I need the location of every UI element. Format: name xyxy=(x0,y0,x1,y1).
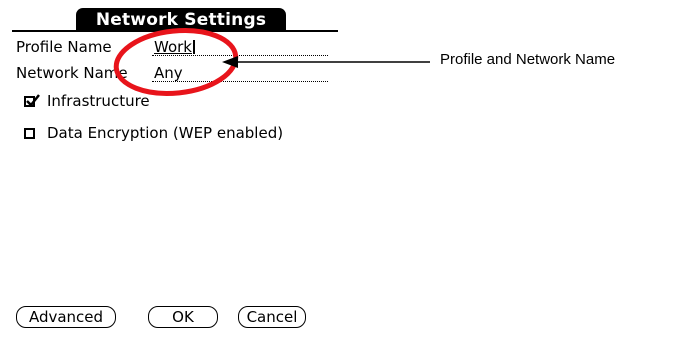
cancel-button[interactable]: Cancel xyxy=(238,306,306,328)
ok-button[interactable]: OK xyxy=(148,306,218,328)
data-encryption-checkbox[interactable] xyxy=(24,127,35,139)
advanced-button[interactable]: Advanced xyxy=(16,306,116,328)
callout-label: Profile and Network Name xyxy=(440,51,616,68)
infrastructure-checkbox[interactable] xyxy=(24,93,40,107)
data-encryption-label: Data Encryption (WEP enabled) xyxy=(47,124,284,142)
checkmark-icon xyxy=(26,93,40,107)
button-bar: Advanced OK Cancel xyxy=(12,306,338,332)
data-encryption-option[interactable]: Data Encryption (WEP enabled) xyxy=(24,124,283,142)
callout-arrow xyxy=(222,56,430,68)
